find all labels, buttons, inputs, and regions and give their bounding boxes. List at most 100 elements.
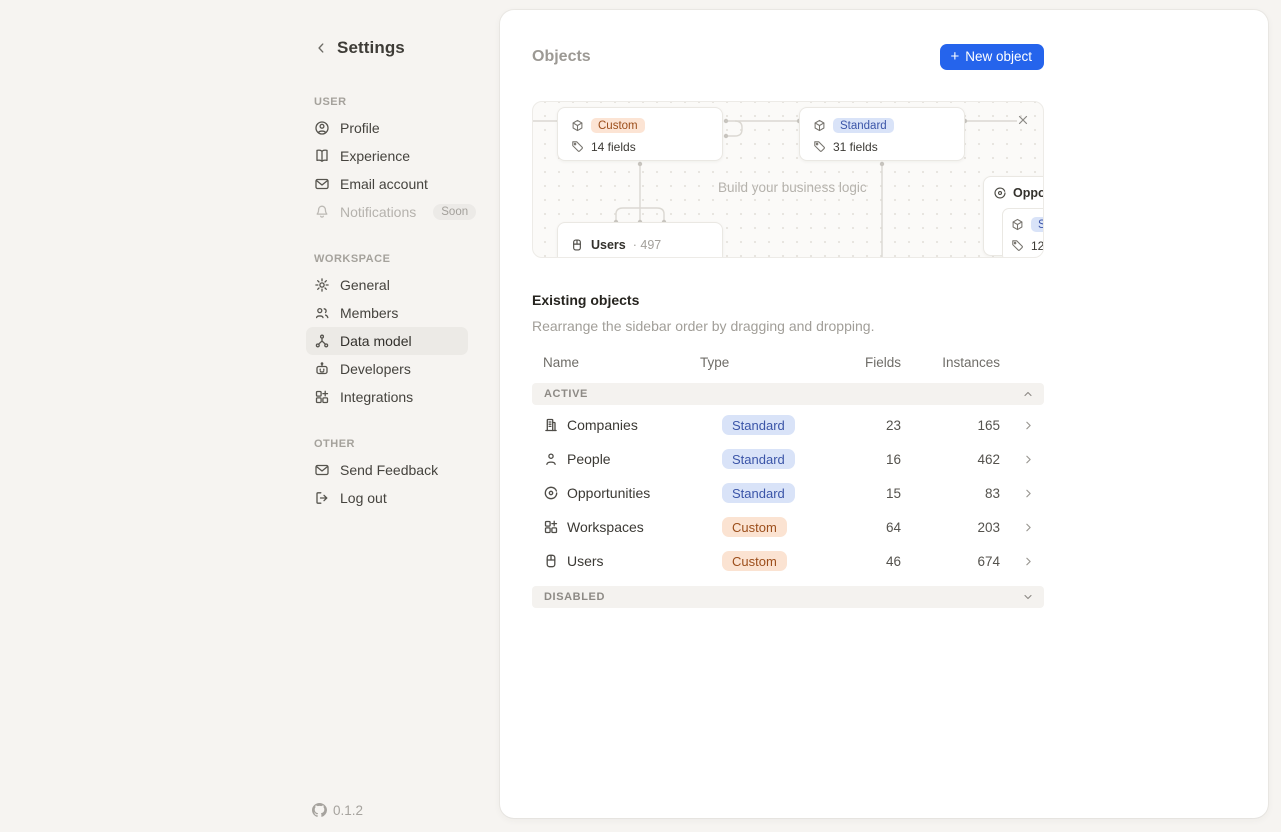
chevron-right-icon[interactable] bbox=[1022, 419, 1044, 432]
table-row-people[interactable]: People Standard 16 462 bbox=[532, 442, 1044, 476]
instances-count: 674 bbox=[901, 554, 1000, 569]
chevron-down-icon bbox=[1022, 591, 1034, 603]
object-name: Opportunities bbox=[567, 485, 650, 501]
instances-count: 203 bbox=[901, 520, 1000, 535]
object-name: Companies bbox=[567, 417, 638, 433]
column-header-fields: Fields bbox=[821, 355, 901, 370]
sidebar-item-label: Developers bbox=[340, 361, 411, 377]
cube-icon bbox=[813, 119, 826, 132]
tag-icon bbox=[1011, 239, 1024, 252]
version-number: 0.1.2 bbox=[333, 803, 363, 818]
fields-count: 64 bbox=[821, 520, 901, 535]
tag-icon bbox=[571, 140, 584, 153]
settings-sidebar: Settings USER Profile Experience Email a… bbox=[306, 36, 468, 512]
bell-icon bbox=[314, 204, 330, 220]
sidebar-item-label: Email account bbox=[340, 176, 428, 192]
gear-icon bbox=[314, 277, 330, 293]
banner-caption: Build your business logic bbox=[718, 180, 867, 195]
envelope-icon bbox=[314, 462, 330, 478]
sidebar-item-email-account[interactable]: Email account bbox=[306, 170, 468, 198]
tag-icon bbox=[813, 140, 826, 153]
column-header-name: Name bbox=[532, 355, 700, 370]
new-object-button[interactable]: + New object bbox=[940, 44, 1044, 70]
sidebar-item-log-out[interactable]: Log out bbox=[306, 484, 468, 512]
opportunities-inner-card: Standard 12 fields bbox=[1002, 208, 1044, 258]
sidebar-item-members[interactable]: Members bbox=[306, 299, 468, 327]
settings-title: Settings bbox=[337, 38, 405, 58]
flow-card-users: Users · 497 bbox=[557, 222, 723, 258]
book-icon bbox=[314, 148, 330, 164]
table-header: Name Type Fields Instances bbox=[532, 355, 1044, 383]
close-icon[interactable] bbox=[1014, 111, 1032, 129]
group-active-label: ACTIVE bbox=[544, 388, 588, 400]
users-card-label: Users bbox=[591, 238, 626, 252]
settings-back[interactable]: Settings bbox=[306, 36, 468, 60]
type-badge: Standard bbox=[1031, 217, 1044, 232]
group-active[interactable]: ACTIVE bbox=[532, 383, 1044, 405]
new-object-label: New object bbox=[965, 49, 1032, 64]
column-header-instances: Instances bbox=[901, 355, 1000, 370]
cube-icon bbox=[1011, 218, 1024, 231]
table-row-opportunities[interactable]: Opportunities Standard 15 83 bbox=[532, 476, 1044, 510]
table-row-companies[interactable]: Companies Standard 23 165 bbox=[532, 408, 1044, 442]
type-badge: Standard bbox=[722, 483, 795, 503]
user-circle-icon bbox=[314, 120, 330, 136]
type-badge: Standard bbox=[833, 118, 894, 133]
chevron-up-icon bbox=[1022, 388, 1034, 400]
section-label-user: USER bbox=[306, 96, 468, 108]
sidebar-section-workspace: WORKSPACE General Members Data model Dev… bbox=[306, 253, 468, 411]
table-row-users[interactable]: Users Custom 46 674 bbox=[532, 544, 1044, 578]
chevron-right-icon[interactable] bbox=[1022, 555, 1044, 568]
sidebar-item-label: Data model bbox=[340, 333, 412, 349]
sidebar-item-label: Profile bbox=[340, 120, 380, 136]
building-icon bbox=[543, 417, 559, 433]
group-disabled[interactable]: DISABLED bbox=[532, 586, 1044, 608]
flow-card-standard: Standard 31 fields bbox=[799, 107, 965, 161]
sidebar-item-experience[interactable]: Experience bbox=[306, 142, 468, 170]
person-icon bbox=[543, 451, 559, 467]
fields-count: 15 bbox=[821, 486, 901, 501]
robot-icon bbox=[314, 361, 330, 377]
sidebar-item-general[interactable]: General bbox=[306, 271, 468, 299]
column-header-type: Type bbox=[700, 355, 821, 370]
section-label-workspace: WORKSPACE bbox=[306, 253, 468, 265]
sidebar-item-label: Integrations bbox=[340, 389, 413, 405]
fields-count: 46 bbox=[821, 554, 901, 569]
type-badge: Standard bbox=[722, 449, 795, 469]
github-icon bbox=[312, 803, 327, 818]
sidebar-section-user: USER Profile Experience Email account No… bbox=[306, 96, 468, 226]
grid-plus-icon bbox=[314, 389, 330, 405]
users-object-icon bbox=[570, 238, 584, 252]
flow-card-opportunities: Opportunities Standard 12 fields bbox=[983, 176, 1044, 256]
objects-panel: Objects + New object bbox=[500, 10, 1268, 818]
app-version: 0.1.2 bbox=[312, 803, 363, 818]
sidebar-item-developers[interactable]: Developers bbox=[306, 355, 468, 383]
opportunities-icon bbox=[993, 186, 1007, 200]
chevron-right-icon[interactable] bbox=[1022, 453, 1044, 466]
type-badge: Custom bbox=[722, 551, 787, 571]
sidebar-item-notifications: Notifications Soon bbox=[306, 198, 468, 226]
soon-badge: Soon bbox=[433, 204, 476, 220]
existing-objects-title: Existing objects bbox=[532, 292, 1044, 308]
objects-table: Name Type Fields Instances ACTIVE bbox=[532, 355, 1044, 608]
users-object-icon bbox=[543, 553, 559, 569]
envelope-icon bbox=[314, 176, 330, 192]
logout-icon bbox=[314, 490, 330, 506]
chevron-right-icon[interactable] bbox=[1022, 487, 1044, 500]
sidebar-section-other: OTHER Send Feedback Log out bbox=[306, 438, 468, 512]
users-card-count: · 497 bbox=[633, 238, 662, 252]
sidebar-item-profile[interactable]: Profile bbox=[306, 114, 468, 142]
sidebar-item-data-model[interactable]: Data model bbox=[306, 327, 468, 355]
table-row-workspaces[interactable]: Workspaces Custom 64 203 bbox=[532, 510, 1044, 544]
chevron-right-icon[interactable] bbox=[1022, 521, 1044, 534]
sidebar-item-send-feedback[interactable]: Send Feedback bbox=[306, 456, 468, 484]
data-model-banner: Custom 14 fields Standard bbox=[532, 101, 1044, 258]
sidebar-item-label: Log out bbox=[340, 490, 387, 506]
instances-count: 83 bbox=[901, 486, 1000, 501]
instances-count: 165 bbox=[901, 418, 1000, 433]
type-badge: Standard bbox=[722, 415, 795, 435]
existing-objects-subtitle: Rearrange the sidebar order by dragging … bbox=[532, 318, 1044, 334]
plus-icon: + bbox=[950, 49, 959, 64]
cube-icon bbox=[571, 119, 584, 132]
sidebar-item-integrations[interactable]: Integrations bbox=[306, 383, 468, 411]
